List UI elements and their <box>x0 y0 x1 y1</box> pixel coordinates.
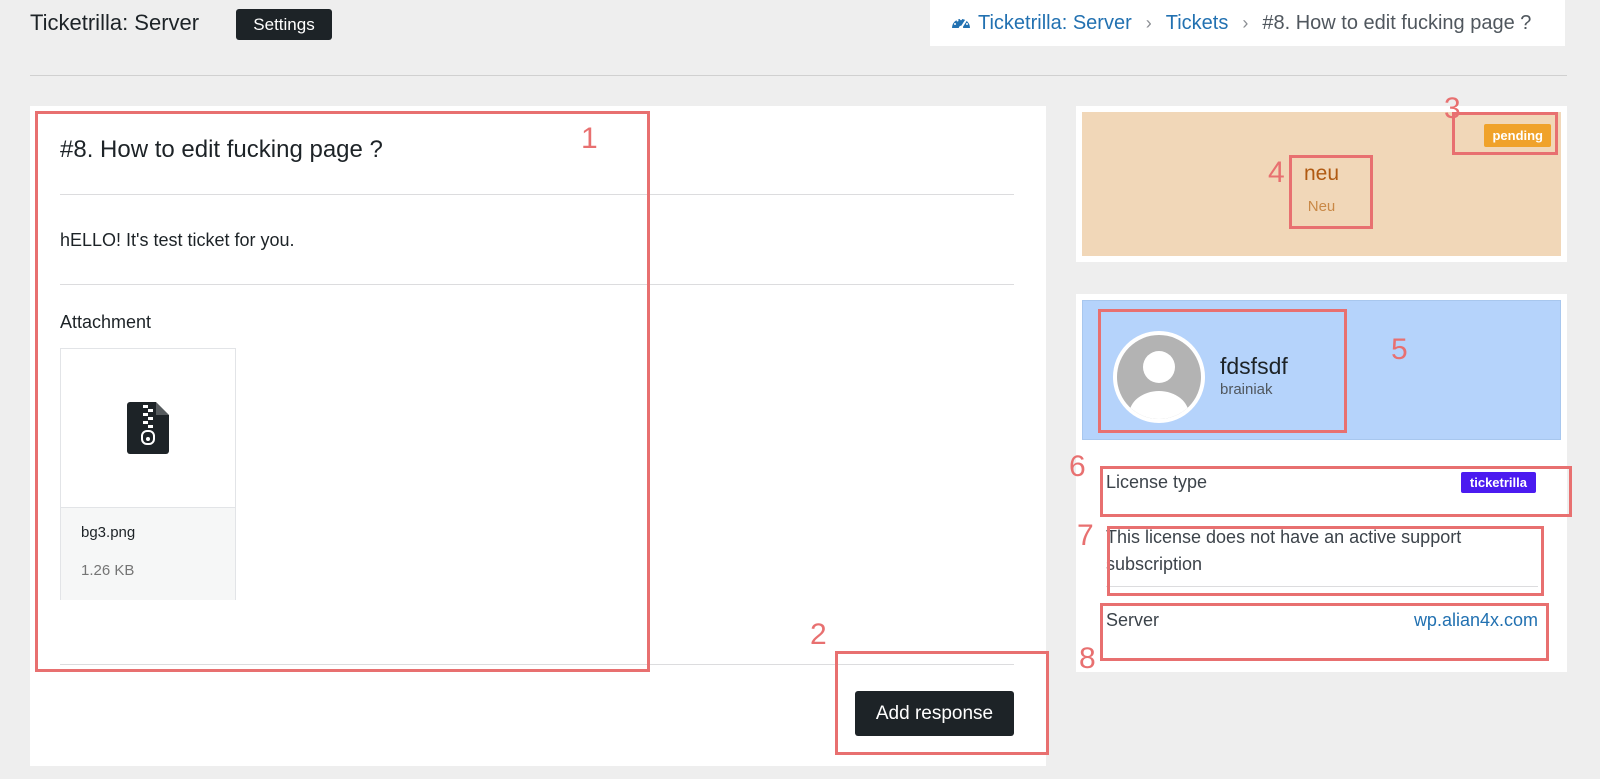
header-divider <box>30 75 1567 76</box>
annotation-box-3 <box>1452 112 1558 155</box>
annotation-box-4 <box>1289 155 1373 229</box>
annotation-number-2: 2 <box>810 618 827 651</box>
breadcrumb-separator: › <box>1145 12 1152 33</box>
breadcrumb-link-server[interactable]: Ticketrilla: Server <box>978 12 1132 35</box>
annotation-box-1 <box>35 111 650 672</box>
annotation-number-3: 3 <box>1444 92 1461 125</box>
dashboard-gauge-icon <box>952 18 970 31</box>
annotation-box-2 <box>835 651 1049 755</box>
annotation-box-5 <box>1098 309 1347 433</box>
annotation-number-1: 1 <box>581 122 598 155</box>
breadcrumb-link-tickets[interactable]: Tickets <box>1166 12 1229 35</box>
annotation-box-6 <box>1100 466 1572 517</box>
breadcrumb-current: #8. How to edit fucking page ? <box>1262 11 1532 34</box>
annotation-number-7: 7 <box>1077 519 1094 552</box>
annotation-number-5: 5 <box>1391 333 1408 366</box>
app-title: Ticketrilla: Server <box>30 10 200 35</box>
breadcrumb: Ticketrilla: Server › Tickets › #8. How … <box>930 0 1565 46</box>
settings-button[interactable]: Settings <box>236 9 332 40</box>
annotation-number-6: 6 <box>1069 450 1086 483</box>
annotation-number-4: 4 <box>1268 156 1285 189</box>
annotation-box-8 <box>1100 603 1549 661</box>
breadcrumb-separator: › <box>1242 12 1249 33</box>
annotation-box-7 <box>1107 526 1544 596</box>
annotation-number-8: 8 <box>1079 642 1096 675</box>
